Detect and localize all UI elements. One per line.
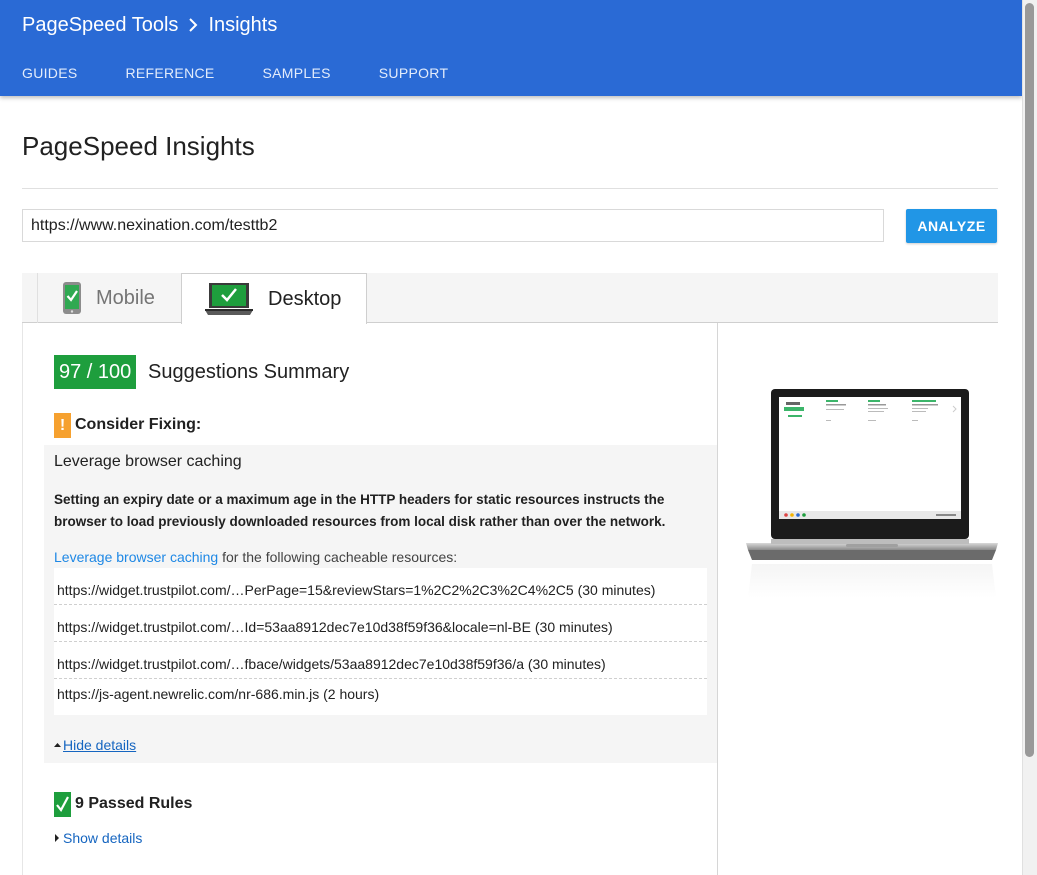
resource-list: https://widget.trustpilot.com/…PerPage=1… [54, 568, 707, 715]
nav-samples[interactable]: SAMPLES [263, 65, 331, 81]
score-badge: 97 / 100 [54, 355, 137, 389]
panel-divider [717, 323, 718, 875]
tab-desktop[interactable]: Desktop [181, 273, 367, 324]
show-details-link[interactable]: Show details [63, 830, 142, 846]
nav-support[interactable]: SUPPORT [379, 65, 449, 81]
hide-details-toggle[interactable]: Hide details [54, 737, 136, 753]
caret-up-icon [54, 742, 61, 748]
tab-mobile[interactable]: Mobile [37, 273, 181, 323]
cache-resources-intro: Leverage browser caching for the followi… [54, 549, 457, 565]
monitor-check-icon [205, 282, 253, 316]
list-item: https://widget.trustpilot.com/…Id=53aa89… [54, 605, 707, 642]
summary-title: Suggestions Summary [148, 361, 350, 383]
scrollbar-thumb[interactable] [1025, 3, 1034, 757]
nav-guides[interactable]: GUIDES [22, 65, 77, 81]
leverage-caching-link[interactable]: Leverage browser caching [54, 549, 218, 565]
list-item: https://widget.trustpilot.com/…PerPage=1… [54, 568, 707, 605]
url-input[interactable] [22, 209, 884, 242]
analyze-button[interactable]: ANALYZE [906, 209, 997, 243]
breadcrumb-pagespeed-tools[interactable]: PageSpeed Tools [22, 14, 178, 37]
top-nav: GUIDES REFERENCE SAMPLES SUPPORT [22, 65, 448, 81]
panel-border [22, 323, 23, 875]
show-details-toggle[interactable]: Show details [54, 830, 142, 846]
tab-mobile-label: Mobile [96, 286, 155, 309]
caret-right-icon [54, 834, 60, 842]
desktop-preview-image [746, 388, 998, 608]
list-item: https://widget.trustpilot.com/…fbace/wid… [54, 642, 707, 679]
consider-fixing-heading: Consider Fixing: [75, 416, 202, 433]
nav-reference[interactable]: REFERENCE [125, 65, 214, 81]
breadcrumb-insights[interactable]: Insights [208, 14, 277, 37]
passed-rules-heading: 9 Passed Rules [75, 795, 193, 812]
cache-resources-suffix: for the following cacheable resources: [218, 549, 458, 565]
top-app-bar: PageSpeed Tools Insights GUIDES REFERENC… [0, 0, 1022, 96]
hide-details-link[interactable]: Hide details [63, 737, 136, 753]
passed-check-icon [54, 792, 71, 817]
rule-description: Setting an expiry date or a maximum age … [54, 492, 666, 529]
page-title: PageSpeed Insights [22, 131, 255, 161]
tab-desktop-label: Desktop [268, 287, 342, 310]
tab-strip: Mobile Desktop [22, 273, 998, 324]
breadcrumb: PageSpeed Tools Insights [22, 13, 277, 37]
warning-icon: ! [54, 413, 71, 438]
divider [22, 188, 998, 189]
list-item: https://js-agent.newrelic.com/nr-686.min… [57, 686, 380, 702]
rule-name: Leverage browser caching [54, 453, 242, 470]
chevron-right-icon [188, 18, 198, 32]
phone-check-icon [62, 281, 82, 315]
